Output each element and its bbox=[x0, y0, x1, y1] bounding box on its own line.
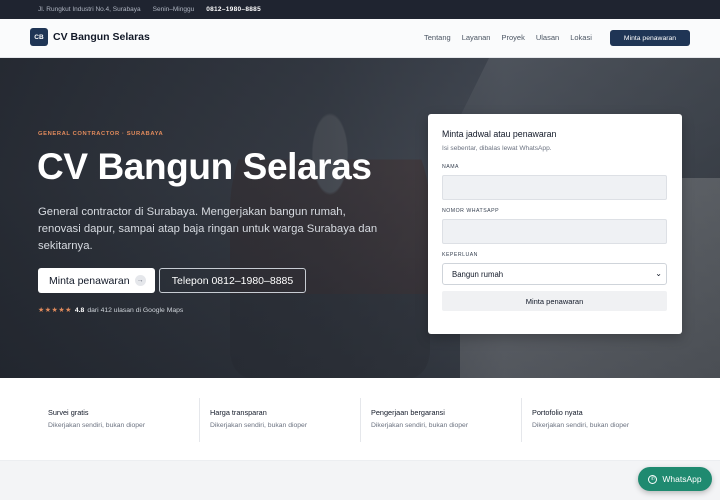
address-text: Jl. Rungkut Industri No.4, Surabaya bbox=[38, 6, 141, 13]
feature-item: Harga transparan Dikerjakan sendiri, buk… bbox=[199, 398, 349, 442]
hero-quote-button[interactable]: Minta penawaran → bbox=[38, 268, 155, 293]
feature-item: Survei gratis Dikerjakan sendiri, bukan … bbox=[38, 398, 188, 442]
feature-desc: Dikerjakan sendiri, bukan dioper bbox=[210, 422, 308, 429]
feature-item: Portofolio nyata Dikerjakan sendiri, buk… bbox=[521, 398, 671, 442]
form-title: Minta jadwal atau penawaran bbox=[442, 129, 557, 139]
rating-text: dari 412 ulasan di Google Maps bbox=[87, 306, 184, 314]
name-input[interactable] bbox=[442, 175, 667, 200]
quote-form-card: Minta jadwal atau penawaran Isi sebentar… bbox=[428, 114, 682, 334]
nav-menu: Tentang Layanan Proyek Ulasan Lokasi bbox=[424, 33, 592, 42]
hours-text: Senin–Minggu bbox=[152, 6, 195, 13]
form-subtitle: Isi sebentar, dibalas lewat WhatsApp. bbox=[442, 145, 552, 152]
feature-desc: Dikerjakan sendiri, bukan dioper bbox=[371, 422, 469, 429]
phone-text[interactable]: 0812–1980–8885 bbox=[206, 6, 261, 13]
top-info-bar: Jl. Rungkut Industri No.4, Surabaya Seni… bbox=[0, 0, 720, 19]
whatsapp-floating-button[interactable]: ✆ WhatsApp bbox=[638, 467, 712, 491]
brand-name[interactable]: CV Bangun Selaras bbox=[53, 31, 150, 43]
feature-item: Pengerjaan bergaransi Dikerjakan sendiri… bbox=[360, 398, 510, 442]
nav-link-proyek[interactable]: Proyek bbox=[501, 33, 524, 42]
feature-desc: Dikerjakan sendiri, bukan dioper bbox=[532, 422, 630, 429]
rating-score: 4.8 bbox=[74, 306, 85, 314]
hero-subtitle: General contractor di Surabaya. Mengerja… bbox=[38, 206, 378, 252]
hero-quote-label: Minta penawaran bbox=[49, 274, 130, 287]
rating-summary: ★★★★★ 4.8 dari 412 ulasan di Google Maps bbox=[38, 306, 184, 315]
next-section-strip bbox=[0, 460, 720, 500]
whatsapp-label: WhatsApp bbox=[662, 474, 702, 484]
form-submit-button[interactable]: Minta penawaran bbox=[442, 291, 667, 311]
nav-link-lokasi[interactable]: Lokasi bbox=[570, 33, 592, 42]
logo-icon[interactable]: CB bbox=[30, 28, 48, 46]
name-label: NAMA bbox=[442, 164, 459, 170]
feature-title: Survei gratis bbox=[48, 408, 89, 417]
hero-section: GENERAL CONTRACTOR · SURABAYA CV Bangun … bbox=[0, 58, 720, 378]
purpose-select[interactable]: Bangun rumah ⌄ bbox=[442, 263, 667, 285]
hero-call-button[interactable]: Telepon 0812–1980–8885 bbox=[159, 268, 306, 293]
nav-quote-button[interactable]: Minta penawaran bbox=[610, 30, 690, 46]
hero-title: CV Bangun Selaras bbox=[37, 146, 372, 187]
whatsapp-icon: ✆ bbox=[648, 474, 658, 484]
whatsapp-label: NOMOR WHATSAPP bbox=[442, 208, 500, 214]
feature-title: Pengerjaan bergaransi bbox=[371, 408, 445, 417]
feature-desc: Dikerjakan sendiri, bukan dioper bbox=[48, 422, 146, 429]
nav-link-tentang[interactable]: Tentang bbox=[424, 33, 451, 42]
feature-title: Portofolio nyata bbox=[532, 408, 583, 417]
whatsapp-input[interactable] bbox=[442, 219, 667, 244]
hero-eyebrow: GENERAL CONTRACTOR · SURABAYA bbox=[38, 131, 164, 137]
arrow-right-icon: → bbox=[134, 275, 146, 286]
feature-title: Harga transparan bbox=[210, 408, 267, 417]
star-rating-icon: ★★★★★ bbox=[38, 307, 72, 314]
nav-link-ulasan[interactable]: Ulasan bbox=[536, 33, 559, 42]
main-navbar: CB CV Bangun Selaras Tentang Layanan Pro… bbox=[0, 19, 720, 58]
nav-link-layanan[interactable]: Layanan bbox=[462, 33, 491, 42]
purpose-label: KEPERLUAN bbox=[442, 252, 478, 258]
purpose-selected-value: Bangun rumah bbox=[452, 269, 504, 279]
chevron-down-icon: ⌄ bbox=[655, 269, 662, 278]
features-strip: Survei gratis Dikerjakan sendiri, bukan … bbox=[0, 378, 720, 460]
